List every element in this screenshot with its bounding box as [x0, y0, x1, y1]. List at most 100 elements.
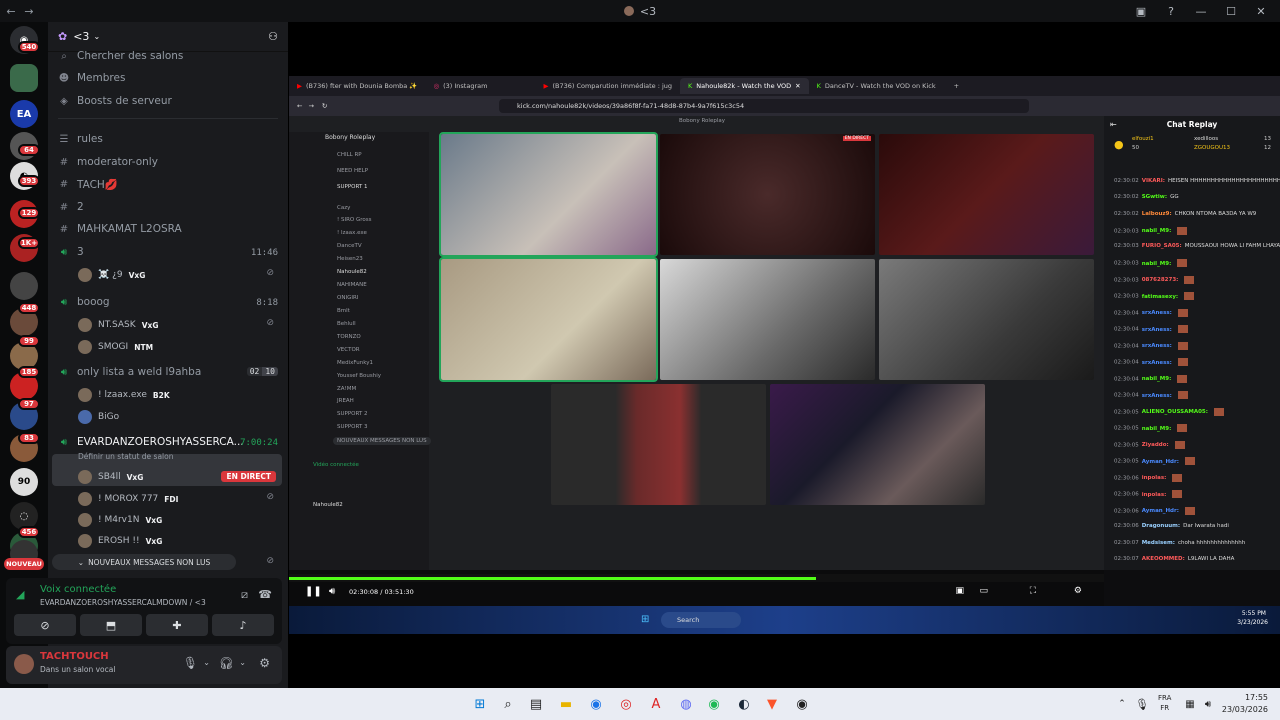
browser-tab[interactable]: ◎ (3) Instagram — [425, 78, 495, 94]
system-clock[interactable]: 17:55 23/03/2026 — [1222, 692, 1268, 716]
channel-status[interactable]: Définir un statut de salon — [78, 452, 173, 461]
url-field[interactable]: kick.com/nahoule82k/videos/39a86f8f-fa71… — [499, 99, 1029, 113]
microphone-icon[interactable]: 🎙︎ — [1132, 694, 1152, 714]
chat-username[interactable]: Lalbouz9: — [1142, 211, 1172, 217]
channel-rules[interactable]: ☰ rules — [58, 133, 103, 145]
voice-user[interactable]: SMOGI NTM — [78, 340, 153, 354]
discord-icon[interactable]: ◍ — [676, 694, 696, 714]
chat-username[interactable]: Ziyaddo: — [1142, 442, 1169, 448]
noise-suppression-icon[interactable]: ⧄ — [241, 588, 248, 602]
search-channels[interactable]: ⌕ Chercher des salons — [58, 50, 183, 62]
chevron-up-icon[interactable]: ⌃ — [1112, 694, 1132, 714]
disconnect-icon[interactable]: ☎ — [258, 588, 272, 601]
close-tab-icon[interactable]: ✕ — [795, 82, 800, 90]
chat-username[interactable]: VIKARI: — [1142, 178, 1165, 184]
volume-icon[interactable]: 🔊︎ — [1198, 694, 1218, 714]
camera-off-button[interactable]: ⊘ — [14, 614, 76, 636]
file-explorer-icon[interactable]: ▬ — [556, 694, 576, 714]
forward-arrow-icon[interactable]: → — [308, 102, 313, 110]
headphones-icon[interactable]: 🎧︎ — [219, 656, 234, 670]
new-unread-messages-pill[interactable]: ⌄ NOUVEAUX MESSAGES NON LUS — [52, 554, 236, 570]
server-avatar[interactable] — [10, 64, 38, 92]
chat-username[interactable]: Ayman_Hdr: — [1142, 459, 1179, 465]
obs-icon[interactable]: ◉ — [792, 694, 812, 714]
boosts-link[interactable]: ◈ Boosts de serveur — [58, 95, 172, 107]
browser-tab[interactable]: ▶ (B736) Comparution immédiate : jug — [535, 78, 680, 94]
minimize-button[interactable]: — — [1188, 2, 1214, 20]
voice-channel-booog[interactable]: 🔊︎ booog — [58, 296, 110, 308]
chat-username[interactable]: Medsisem: — [1142, 540, 1175, 546]
voice-channel-lista[interactable]: 🔊︎ only lista a weld l9ahba — [58, 366, 201, 378]
screen-share-button[interactable]: ⬒ — [80, 614, 142, 636]
chat-username[interactable]: Ayman_Hdr: — [1142, 508, 1179, 514]
language-indicator[interactable]: FRA FR — [1158, 693, 1171, 713]
chrome-icon[interactable]: ◉ — [586, 694, 606, 714]
chat-username[interactable]: AKEOOMMED: — [1142, 556, 1185, 562]
voice-user[interactable]: ! MOROX 777 FDI — [78, 492, 178, 506]
voice-channel-3[interactable]: 🔊︎ 3 — [58, 246, 84, 258]
invite-icon[interactable]: ⚇ — [268, 30, 278, 43]
chat-username[interactable]: Dragonuum: — [1142, 523, 1180, 529]
voice-user[interactable]: SB4ll VxG — [78, 470, 143, 484]
network-icon[interactable]: ▦ — [1180, 694, 1200, 714]
windows-start-icon[interactable]: ⊞ — [470, 694, 490, 714]
stream-video[interactable]: ▶ (B736) fter with Dounia Bomba ✨ ◎ (3) In… — [289, 76, 1280, 606]
chat-username[interactable]: srxAness: — [1142, 310, 1172, 316]
voice-user[interactable]: ! M4rv1N VxG — [78, 513, 162, 527]
help-icon[interactable]: ? — [1158, 2, 1184, 20]
maximize-button[interactable]: ☐ — [1218, 2, 1244, 20]
chat-username[interactable]: nabil_M9: — [1142, 228, 1172, 234]
voice-user[interactable]: ! lzaax.exe B2K — [78, 388, 170, 402]
voice-user[interactable]: NT.SASK VxG — [78, 318, 159, 332]
server-ea[interactable]: EA — [10, 100, 38, 128]
task-view-icon[interactable]: ▤ — [526, 694, 546, 714]
browser-tab[interactable]: ▶ (B736) fter with Dounia Bomba ✨ — [289, 78, 425, 94]
voice-user[interactable]: EROSH !! VxG — [78, 534, 162, 548]
chat-username[interactable]: fatimasexy: — [1142, 294, 1178, 300]
server-header[interactable]: ✿ <3 ⌄ ⚇ — [48, 22, 288, 52]
reload-icon[interactable]: ↻ — [322, 102, 327, 110]
brave-icon[interactable]: ▼ — [762, 694, 782, 714]
voice-user[interactable]: BiGo — [78, 410, 119, 424]
settings-gear-icon[interactable]: ⚙ — [259, 656, 270, 670]
chat-username[interactable]: ALIENO_OUSSAMA05: — [1142, 409, 1208, 415]
search-icon[interactable]: ⌕ — [498, 694, 518, 714]
chat-username[interactable]: srxAness: — [1142, 360, 1172, 366]
chevron-down-icon[interactable]: ⌄ — [203, 658, 210, 667]
channel-mahkamat[interactable]: # MAHKAMAT L2OSRA — [58, 223, 182, 235]
adobe-icon[interactable]: A — [646, 694, 666, 714]
username[interactable]: TACHTOUCH — [40, 651, 109, 662]
chat-username[interactable]: srxAness: — [1142, 343, 1172, 349]
chat-username[interactable]: nabil_M9: — [1142, 426, 1172, 432]
avatar[interactable] — [14, 654, 34, 674]
chat-username[interactable]: srxAness: — [1142, 393, 1172, 399]
chat-username[interactable]: nabil_M9: — [1142, 261, 1172, 267]
inbox-icon[interactable]: ▣ — [1128, 2, 1154, 20]
chat-username[interactable]: inpolas: — [1142, 492, 1167, 498]
voice-channel-evardanzo[interactable]: 🔊︎ EVARDANZOEROSHYASSERCA... — [58, 436, 244, 448]
close-button[interactable]: ✕ — [1248, 2, 1274, 20]
chat-username[interactable]: FURIO_SA05: — [1142, 243, 1182, 249]
members-link[interactable]: ☻ Membres — [58, 72, 126, 84]
voice-user[interactable]: ☠️ ¿9 VxG — [78, 268, 145, 282]
theater-icon[interactable]: ▭ — [979, 586, 988, 596]
activities-button[interactable]: ✚ — [146, 614, 208, 636]
steam-icon[interactable]: ◐ — [734, 694, 754, 714]
soundboard-button[interactable]: ♪ — [212, 614, 274, 636]
server-avatar[interactable] — [10, 272, 38, 300]
volume-icon[interactable]: 🔊︎ — [329, 586, 335, 597]
pause-icon[interactable]: ❚❚ — [305, 586, 322, 597]
fullscreen-icon[interactable]: ⛶ — [1030, 586, 1036, 596]
channel-2[interactable]: #2 — [58, 201, 84, 213]
channel-moderator-only[interactable]: # moderator-only — [58, 156, 158, 168]
server-avatar[interactable]: 90 — [10, 468, 38, 496]
microphone-icon[interactable]: 🎙︎ — [183, 656, 198, 670]
chat-username[interactable]: inpolas: — [1142, 475, 1167, 481]
chevron-down-icon[interactable]: ⌄ — [239, 658, 246, 667]
browser-tab[interactable]: K DanceTV - Watch the VOD on Kick — [809, 78, 944, 94]
voice-channel-path[interactable]: EVARDANZOEROSHYASSERCALMDOWN / <3 — [40, 598, 206, 607]
chat-username[interactable]: 087628273: — [1142, 277, 1179, 283]
back-arrow-icon[interactable]: ← — [297, 102, 302, 110]
browser-tab-active[interactable]: K Nahoule82k - Watch the VOD ✕ — [680, 78, 809, 94]
settings-gear-icon[interactable]: ⚙ — [1074, 586, 1082, 596]
